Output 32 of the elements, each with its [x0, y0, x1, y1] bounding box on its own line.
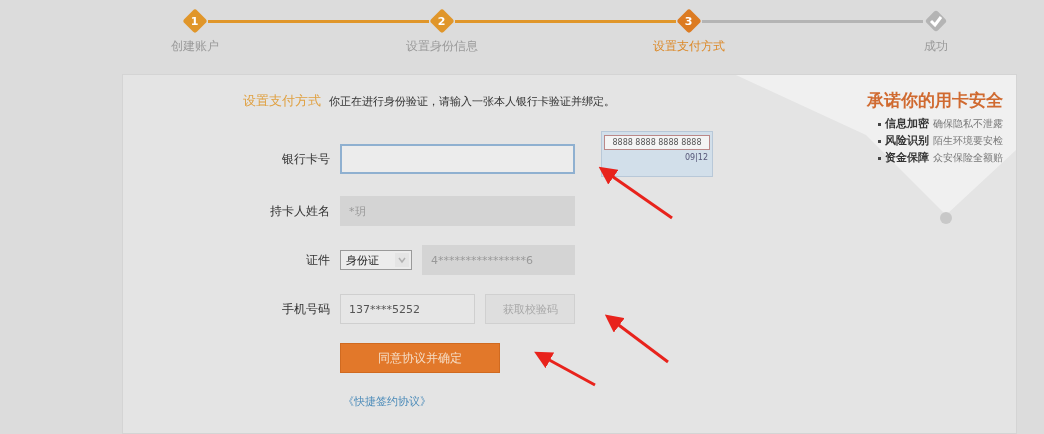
step-marker: 1 — [182, 8, 208, 34]
promise-term: 资金保障 — [885, 151, 929, 165]
promise-text: 确保隐私不泄露 — [933, 117, 1003, 131]
submit-button[interactable]: 同意协议并确定 — [340, 343, 500, 373]
promise-text: 陌生环境要安检 — [933, 134, 1003, 148]
id-type-select[interactable]: 身份证 — [340, 250, 412, 270]
card-number: 8888 8888 8888 8888 — [604, 135, 710, 150]
annotation-arrow — [534, 351, 596, 387]
card-expiry: 09|12 — [683, 153, 709, 162]
field-label: 手机号码 — [281, 300, 331, 318]
input-field[interactable] — [340, 144, 575, 174]
promise-term: 风险识别 — [885, 134, 929, 148]
step-label: 设置支付方式 — [651, 38, 726, 55]
step-label: 创建账户 — [169, 38, 220, 55]
bullet-icon — [878, 139, 881, 143]
annotation-arrow — [604, 314, 669, 364]
field-label: 银行卡号 — [281, 150, 331, 168]
input-field[interactable]: 137****5252 — [340, 294, 475, 324]
section-title: 设置支付方式 — [243, 92, 321, 110]
bullet-icon — [878, 122, 881, 126]
promise-text: 众安保险全额赔 — [933, 151, 1003, 165]
step-marker: 2 — [429, 8, 455, 34]
step-marker: 3 — [676, 8, 702, 34]
bullet-icon — [878, 156, 881, 160]
caret-icon — [395, 253, 409, 267]
field-label: 证件 — [305, 251, 331, 269]
step-label: 成功 — [922, 38, 949, 55]
section-description: 你正在进行身份验证，请输入一张本人银行卡验证并绑定。 — [329, 95, 615, 109]
promise-term: 信息加密 — [885, 117, 929, 131]
promise-title: 承诺你的用卡安全 — [867, 89, 1003, 112]
field-label: 持卡人姓名 — [269, 202, 331, 220]
agreement-link[interactable]: 《快捷签约协议》 — [343, 394, 431, 409]
